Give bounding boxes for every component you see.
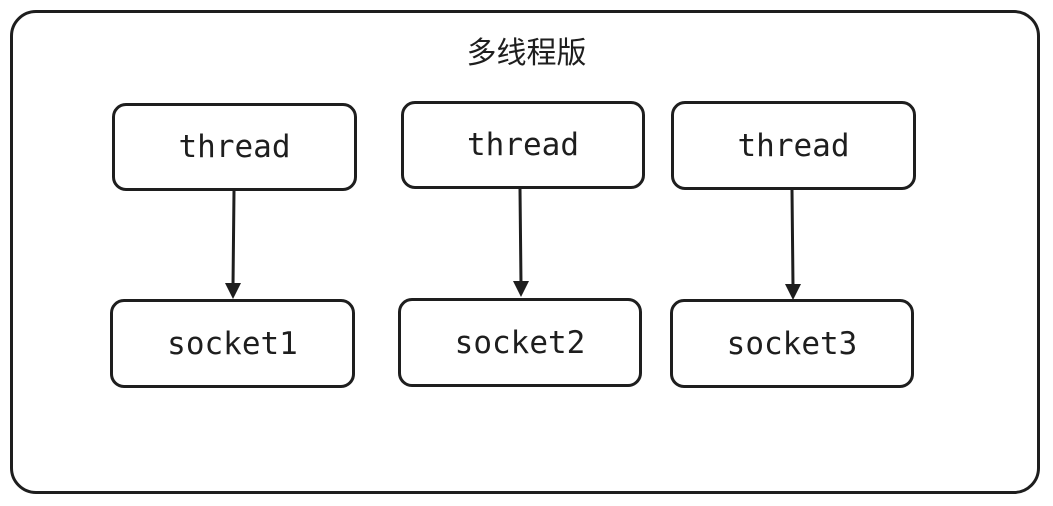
arrow-thread1-to-socket1 xyxy=(225,189,241,299)
arrows-layer xyxy=(225,187,801,300)
arrow-thread3-to-socket3 xyxy=(785,188,801,300)
diagram-canvas: 多线程版 thread socket1 thread socket2 threa… xyxy=(0,0,1053,506)
arrow-thread2-to-socket2 xyxy=(513,187,529,297)
